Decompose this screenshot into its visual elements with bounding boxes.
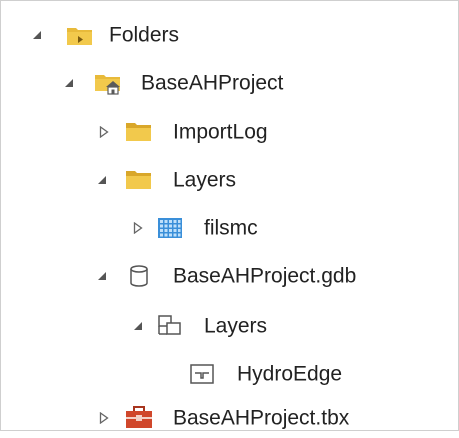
tree-item-label: ImportLog — [173, 120, 268, 144]
raster-icon — [156, 216, 184, 240]
tree-item-label: BaseAHProject.gdb — [173, 264, 357, 288]
tree-item-label: BaseAHProject — [141, 71, 284, 95]
tree-item-label: filsmc — [204, 216, 258, 240]
tree-item-label: BaseAHProject.tbx — [173, 406, 350, 430]
folder-icon — [125, 168, 153, 192]
expanded-arrow-icon[interactable] — [132, 320, 144, 332]
toolbox-icon — [125, 406, 153, 430]
feature-dataset-icon — [156, 314, 184, 338]
home-folder-icon — [94, 71, 122, 95]
tree-item-label: HydroEdge — [237, 362, 343, 386]
collapsed-arrow-icon[interactable] — [132, 222, 144, 234]
line-feature-class-icon — [188, 362, 216, 386]
geodatabase-icon — [125, 264, 153, 288]
tree-item-filsmc[interactable]: filsmc — [1, 208, 459, 248]
collapsed-arrow-icon[interactable] — [98, 412, 110, 424]
tree-item-folders[interactable]: Folders — [1, 15, 459, 55]
tree-item-label: Layers — [173, 168, 237, 192]
folders-icon — [66, 23, 94, 47]
tree-item-label: Folders — [109, 23, 180, 47]
expanded-arrow-icon[interactable] — [31, 29, 43, 41]
expanded-arrow-icon[interactable] — [63, 77, 75, 89]
tree-item-project-home[interactable]: BaseAHProject — [1, 63, 459, 103]
tree-item-layers-dataset[interactable]: Layers — [1, 306, 459, 346]
tree-item-layers-folder[interactable]: Layers — [1, 160, 459, 200]
collapsed-arrow-icon[interactable] — [98, 126, 110, 138]
tree-item-toolbox[interactable]: BaseAHProject.tbx — [1, 398, 459, 438]
tree-item-hydroedge[interactable]: HydroEdge — [1, 354, 459, 394]
expanded-arrow-icon[interactable] — [96, 174, 108, 186]
tree-item-geodatabase[interactable]: BaseAHProject.gdb — [1, 256, 459, 296]
expanded-arrow-icon[interactable] — [96, 270, 108, 282]
tree-item-importlog[interactable]: ImportLog — [1, 112, 459, 152]
tree-item-label: Layers — [204, 314, 268, 338]
folder-icon — [125, 120, 153, 144]
